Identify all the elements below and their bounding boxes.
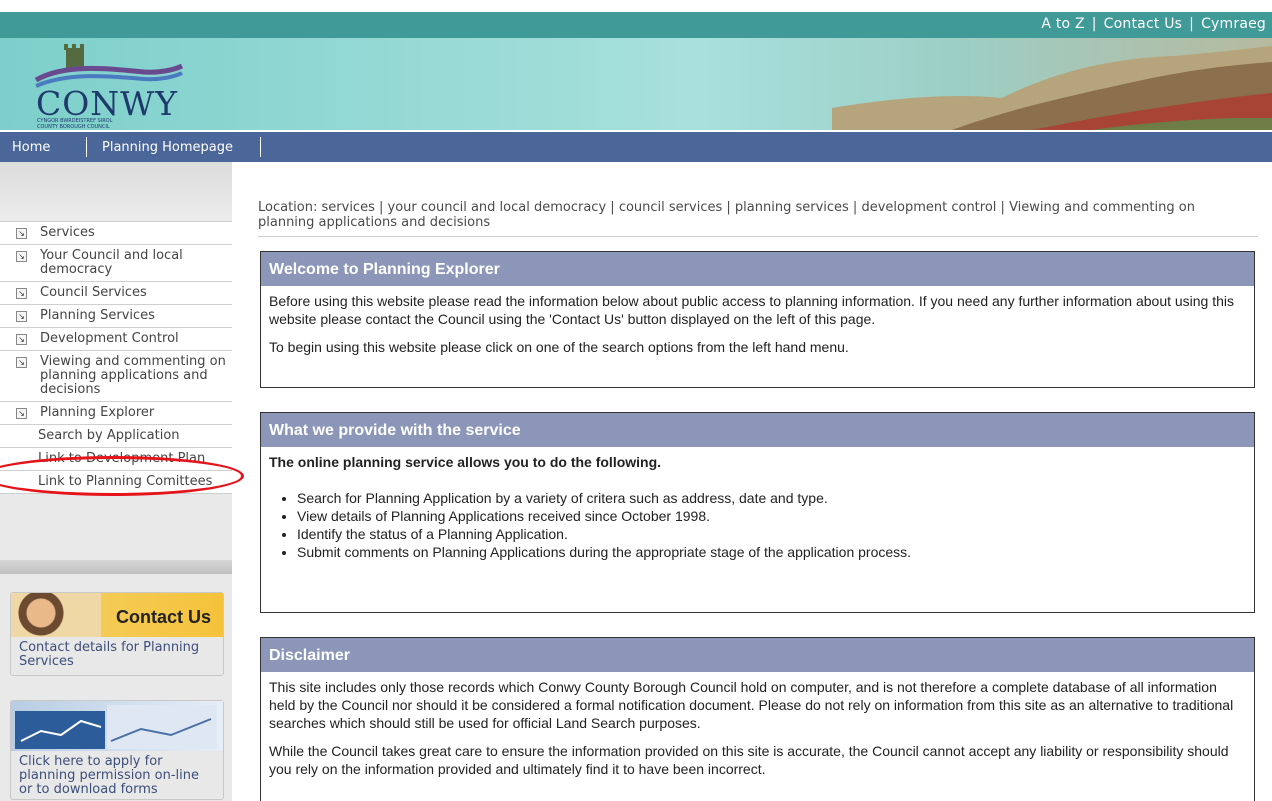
sidebar-item-planning-services[interactable]: ↘ Planning Services	[0, 305, 232, 328]
logo-subtitle-line2: COUNTY BOROUGH COUNCIL	[37, 124, 110, 130]
sidebar-item-planning-explorer[interactable]: ↘ Planning Explorer	[0, 402, 232, 425]
breadcrumb-your-council[interactable]: your council and local democracy	[388, 200, 607, 215]
welcome-paragraph-2: To begin using this website please click…	[269, 339, 849, 355]
service-list: Search for Planning Application by a var…	[297, 489, 1246, 561]
sidebar-item-label: Viewing and commenting on planning appli…	[40, 354, 226, 397]
list-item: Submit comments on Planning Applications…	[297, 543, 1246, 561]
nav-divider	[260, 137, 261, 157]
service-intro: The online planning service allows you t…	[269, 454, 662, 470]
sidebar-item-label: Your Council and local democracy	[40, 248, 183, 277]
arrow-icon: ↘	[16, 334, 27, 345]
arrow-icon: ↘	[16, 288, 27, 299]
arrow-icon: ↘	[16, 408, 27, 419]
sidebar-item-viewing-commenting[interactable]: ↘ Viewing and commenting on planning app…	[0, 351, 232, 402]
arrow-icon: ↘	[16, 228, 27, 239]
nav-divider	[86, 137, 87, 157]
list-item: Identify the status of a Planning Applic…	[297, 525, 1246, 543]
welcome-panel: Welcome to Planning Explorer Before usin…	[260, 251, 1255, 388]
sidebar-header	[0, 162, 232, 220]
top-utility-bar: A to Z | Contact Us | Cymraeg	[0, 12, 1272, 38]
breadcrumb-prefix: Location:	[258, 200, 318, 215]
disclaimer-panel: Disclaimer This site includes only those…	[260, 637, 1255, 801]
welcome-paragraph-1: Before using this website please read th…	[269, 293, 1235, 327]
contact-us-box[interactable]: Contact Us Contact details for Planning …	[10, 592, 224, 676]
service-panel-title: What we provide with the service	[261, 413, 1254, 447]
service-panel-body: The online planning service allows you t…	[261, 447, 1254, 569]
top-links: A to Z | Contact Us | Cymraeg	[1041, 16, 1266, 32]
nav-planning-homepage[interactable]: Planning Homepage	[102, 140, 233, 155]
arrow-icon: ↘	[16, 357, 27, 368]
sidebar-menu: ↘ Services ↘ Your Council and local demo…	[0, 221, 232, 494]
sidebar-divider	[0, 560, 232, 574]
sidebar-item-council-services[interactable]: ↘ Council Services	[0, 282, 232, 305]
logo-subtitle: CYNGOR BWRDEISTREF SIROL COUNTY BOROUGH …	[37, 118, 157, 130]
sidebar-item-your-council[interactable]: ↘ Your Council and local democracy	[0, 245, 232, 282]
service-panel: What we provide with the service The onl…	[260, 412, 1255, 613]
breadcrumb: Location: services | your council and lo…	[258, 200, 1195, 230]
sidebar-item-label: Planning Services	[40, 308, 155, 323]
arrow-icon: ↘	[16, 311, 27, 322]
contact-us-link[interactable]: Contact Us	[1104, 16, 1182, 32]
person-on-phone-image	[11, 593, 101, 637]
disclaimer-panel-body: This site includes only those records wh…	[261, 672, 1254, 796]
cymraeg-link[interactable]: Cymraeg	[1201, 16, 1266, 32]
sidebar-item-services[interactable]: ↘ Services	[0, 221, 232, 245]
a-to-z-link[interactable]: A to Z	[1041, 16, 1084, 32]
breadcrumb-planning-services[interactable]: planning services	[735, 200, 849, 215]
breadcrumb-development-control[interactable]: development control	[861, 200, 996, 215]
breadcrumb-services[interactable]: services	[322, 200, 375, 215]
sidebar-item-label: Services	[40, 225, 95, 240]
contact-us-banner-label: Contact Us	[115, 607, 211, 627]
sidebar-item-label: Planning Explorer	[40, 405, 155, 420]
planning-forms-image	[11, 701, 223, 751]
contact-us-banner: Contact Us	[11, 593, 223, 637]
sidebar-item-label: Development Control	[40, 331, 179, 346]
list-item: Search for Planning Application by a var…	[297, 489, 1246, 507]
sidebar-subitem-search-by-application[interactable]: Search by Application	[0, 425, 232, 448]
disclaimer-paragraph-2: While the Council takes great care to en…	[269, 743, 1229, 777]
arrow-icon: ↘	[16, 251, 27, 262]
header-banner: CONWY CYNGOR BWRDEISTREF SIROL COUNTY BO…	[0, 38, 1272, 130]
breadcrumb-rule	[258, 236, 1258, 237]
nav-home[interactable]: Home	[12, 140, 50, 155]
welcome-panel-title: Welcome to Planning Explorer	[261, 252, 1254, 286]
list-item: View details of Planning Applications re…	[297, 507, 1246, 525]
sidebar-item-development-control[interactable]: ↘ Development Control	[0, 328, 232, 351]
welcome-panel-body: Before using this website please read th…	[261, 286, 1254, 374]
apply-forms-link[interactable]: Click here to apply for planning permiss…	[11, 751, 223, 801]
contact-details-link[interactable]: Contact details for Planning Services	[11, 637, 223, 675]
breadcrumb-council-services[interactable]: council services	[619, 200, 722, 215]
disclaimer-paragraph-1: This site includes only those records wh…	[269, 679, 1234, 731]
landscape-image	[832, 46, 1272, 130]
apply-forms-box[interactable]: Click here to apply for planning permiss…	[10, 700, 224, 800]
main-nav: Home Planning Homepage	[0, 132, 1272, 162]
chart-document-icon	[15, 705, 217, 749]
disclaimer-panel-title: Disclaimer	[261, 638, 1254, 672]
sidebar-item-label: Council Services	[40, 285, 147, 300]
